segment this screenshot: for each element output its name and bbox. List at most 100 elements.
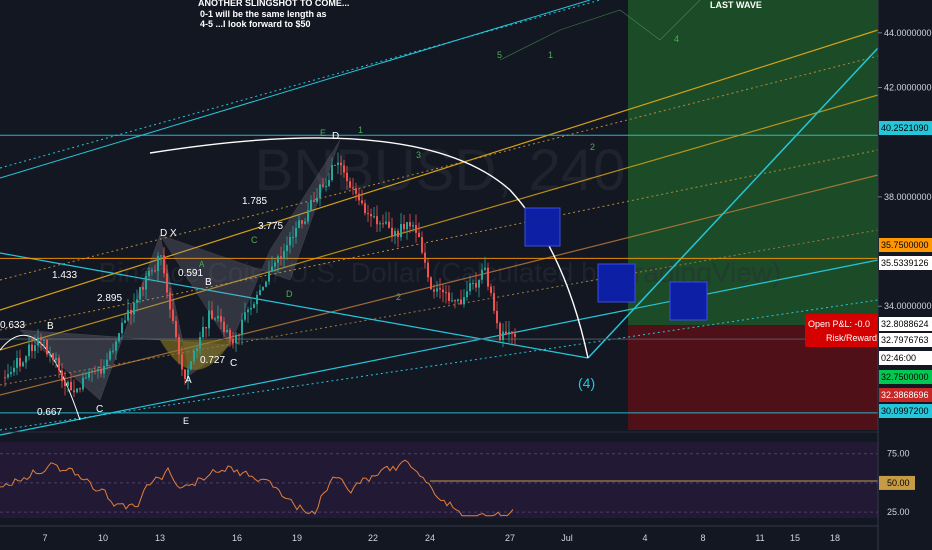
- candle-body: [472, 283, 474, 285]
- pattern-label: 0.591: [178, 268, 203, 279]
- box-1: [524, 207, 561, 247]
- candle-body: [175, 320, 177, 337]
- candle-body: [388, 221, 390, 228]
- candle-body: [508, 331, 510, 335]
- candle-body: [181, 354, 183, 370]
- candle-body: [319, 184, 321, 198]
- candle-body: [7, 374, 9, 378]
- candle-body: [214, 318, 216, 320]
- price-badge: 40.2521090: [879, 121, 932, 135]
- candle-body: [121, 322, 123, 334]
- price-badge-label: 40.2521090: [881, 123, 929, 133]
- candle-body: [133, 302, 135, 315]
- rsi-current-label: 50.00: [887, 478, 910, 488]
- price-badge: 02:46:00: [879, 351, 932, 365]
- time-tick-label: 7: [42, 533, 47, 543]
- candle-body: [364, 203, 366, 214]
- candle-body: [442, 289, 444, 293]
- price-badge-label: 02:46:00: [881, 353, 916, 363]
- pattern-label: C: [96, 404, 103, 415]
- candle-body: [274, 262, 276, 267]
- candle-body: [31, 344, 33, 352]
- candle-body: [436, 288, 438, 292]
- candle-body: [136, 299, 138, 303]
- candle-body: [370, 214, 372, 217]
- candle-body: [226, 329, 228, 333]
- chart-canvas[interactable]: BNBUSD, 240 Binance Coin / U.S. Dollar (…: [0, 0, 932, 550]
- candle-body: [256, 294, 258, 305]
- candle-body: [391, 227, 393, 237]
- price-badge: 35.5339126: [879, 256, 932, 270]
- candle-body: [22, 362, 24, 367]
- pnl-label: Open P&L: -0.0: [808, 319, 870, 329]
- price-badge-label: 35.7500000: [881, 240, 929, 250]
- time-tick-label: 22: [368, 533, 378, 543]
- candle-body: [106, 359, 108, 366]
- candle-body: [394, 230, 396, 237]
- candle-body: [445, 292, 447, 294]
- candle-body: [463, 297, 465, 305]
- time-tick-label: Jul: [561, 533, 573, 543]
- candle-body: [379, 223, 381, 225]
- box-2: [597, 263, 636, 303]
- candle-body: [283, 251, 285, 259]
- position-box[interactable]: Open P&L: -0.0 Risk/Reward: [805, 314, 878, 347]
- candle-body: [421, 236, 423, 253]
- candle-body: [496, 310, 498, 324]
- candle-body: [451, 300, 453, 302]
- candle-body: [346, 172, 348, 182]
- price-badge-label: 32.8088624: [881, 319, 929, 329]
- candle-body: [178, 336, 180, 355]
- note-line-2: 0-1 will be the same length as: [200, 9, 327, 19]
- candle-body: [103, 365, 105, 374]
- pattern-label: 2: [590, 142, 595, 152]
- candle-body: [115, 341, 117, 351]
- candle-body: [79, 388, 81, 390]
- chart-root[interactable]: BNBUSD, 240 Binance Coin / U.S. Dollar (…: [0, 0, 932, 550]
- pattern-label: 2: [396, 292, 401, 302]
- candle-body: [169, 292, 171, 310]
- candle-body: [211, 310, 213, 319]
- price-badge: 32.8088624: [879, 317, 932, 331]
- candle-body: [190, 361, 192, 370]
- candle-body: [316, 197, 318, 202]
- candle-body: [475, 283, 477, 288]
- time-tick-label: 4: [642, 533, 647, 543]
- candle-body: [241, 319, 243, 336]
- pattern-label: E: [320, 128, 326, 138]
- candle-body: [385, 221, 387, 224]
- candle-body: [418, 232, 420, 237]
- candle-body: [160, 255, 162, 257]
- candle-body: [301, 220, 303, 224]
- candle-body: [61, 370, 63, 382]
- candle-body: [88, 371, 90, 378]
- pattern-label: 1.785: [242, 196, 267, 207]
- candle-body: [49, 353, 51, 355]
- risk-reward-label: Risk/Reward: [826, 333, 877, 343]
- pattern-label: 4: [674, 34, 679, 44]
- pattern-label: E: [183, 416, 189, 426]
- candle-body: [382, 223, 384, 225]
- candle-body: [199, 337, 201, 349]
- time-tick-label: 19: [292, 533, 302, 543]
- candle-body: [298, 220, 300, 229]
- candle-body: [514, 333, 516, 337]
- pattern-label: B: [205, 277, 212, 288]
- candle-body: [64, 381, 66, 386]
- candle-body: [154, 270, 156, 272]
- price-tick-label: 38.0000000: [884, 192, 932, 202]
- candle-body: [127, 309, 129, 321]
- candle-body: [460, 299, 462, 305]
- candle-body: [229, 329, 231, 340]
- candle-body: [409, 222, 411, 227]
- time-tick-label: 15: [790, 533, 800, 543]
- candle-body: [73, 390, 75, 393]
- candle-body: [220, 316, 222, 322]
- candle-body: [397, 230, 399, 238]
- candle-body: [166, 273, 168, 293]
- candle-body: [217, 316, 219, 319]
- candle-body: [325, 186, 327, 188]
- pattern-label: D: [286, 289, 293, 299]
- candle-body: [52, 353, 54, 361]
- candle-body: [310, 200, 312, 211]
